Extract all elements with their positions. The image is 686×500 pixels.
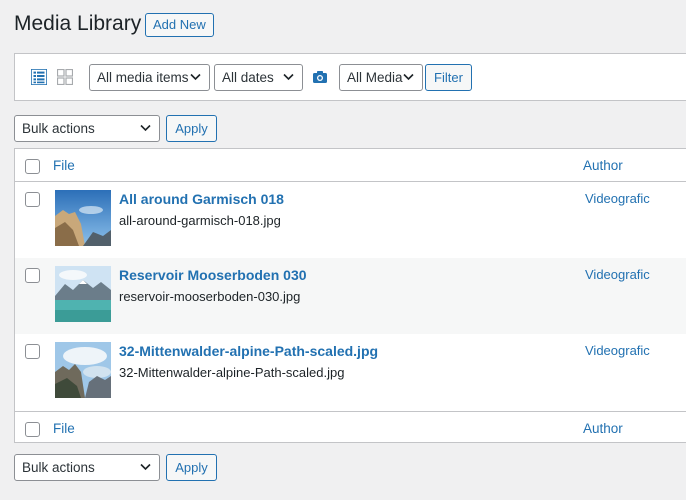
file-column-footer[interactable]: File: [53, 421, 75, 436]
chevron-down-icon: [140, 463, 151, 471]
grid-view-icon[interactable]: [57, 69, 73, 85]
dates-select[interactable]: All dates: [214, 64, 303, 91]
media-title-link[interactable]: Reservoir Mooserboden 030: [119, 267, 307, 283]
chevron-down-icon: [190, 73, 201, 81]
bulk-actions-select-top-value: Bulk actions: [22, 121, 95, 136]
row-checkbox[interactable]: [25, 192, 40, 207]
page-title: Media Library: [14, 12, 142, 35]
chevron-down-icon: [283, 73, 294, 81]
select-all-checkbox-footer[interactable]: [25, 422, 40, 437]
author-link[interactable]: Videografic: [585, 267, 650, 282]
author-link[interactable]: Videografic: [585, 191, 650, 206]
chevron-down-icon: [140, 124, 151, 132]
table-row: 32-Mittenwalder-alpine-Path-scaled.jpg 3…: [15, 334, 686, 410]
dates-select-value: All dates: [222, 70, 274, 85]
row-checkbox[interactable]: [25, 344, 40, 359]
media-category-select-value: All Media: [347, 70, 403, 85]
media-filename: 32-Mittenwalder-alpine-Path-scaled.jpg: [119, 365, 345, 380]
media-filename: reservoir-mooserboden-030.jpg: [119, 289, 301, 304]
media-category-select[interactable]: All Media: [339, 64, 423, 91]
author-column-footer[interactable]: Author: [583, 421, 623, 436]
media-filename: all-around-garmisch-018.jpg: [119, 213, 281, 228]
thumbnail-image[interactable]: [55, 342, 111, 398]
table-footer: File Author: [15, 411, 686, 444]
thumbnail-image[interactable]: [55, 190, 111, 246]
author-link[interactable]: Videografic: [585, 343, 650, 358]
media-type-select[interactable]: All media items: [89, 64, 210, 91]
add-new-button[interactable]: Add New: [145, 13, 214, 37]
media-table: File Author All around Garmisch 018 all-…: [14, 148, 686, 443]
author-column-header[interactable]: Author: [583, 158, 623, 173]
thumbnail-image[interactable]: [55, 266, 111, 322]
apply-button-top[interactable]: Apply: [166, 115, 217, 142]
list-view-icon[interactable]: [31, 69, 47, 85]
row-checkbox[interactable]: [25, 268, 40, 283]
camera-icon: [313, 71, 327, 83]
bulk-actions-select-bottom-value: Bulk actions: [22, 460, 95, 475]
table-header: File Author: [15, 149, 686, 182]
chevron-down-icon: [403, 73, 414, 81]
media-title-link[interactable]: 32-Mittenwalder-alpine-Path-scaled.jpg: [119, 343, 378, 359]
media-type-select-value: All media items: [97, 70, 189, 85]
filter-button[interactable]: Filter: [425, 64, 472, 91]
bulk-actions-select-bottom[interactable]: Bulk actions: [14, 454, 160, 481]
media-title-link[interactable]: All around Garmisch 018: [119, 191, 284, 207]
table-row: Reservoir Mooserboden 030 reservoir-moos…: [15, 258, 686, 334]
filter-bar: All media items All dates All Media Filt…: [14, 53, 686, 101]
file-column-header[interactable]: File: [53, 158, 75, 173]
select-all-checkbox[interactable]: [25, 159, 40, 174]
apply-button-bottom[interactable]: Apply: [166, 454, 217, 481]
bulk-actions-select-top[interactable]: Bulk actions: [14, 115, 160, 142]
table-row: All around Garmisch 018 all-around-garmi…: [15, 182, 686, 258]
